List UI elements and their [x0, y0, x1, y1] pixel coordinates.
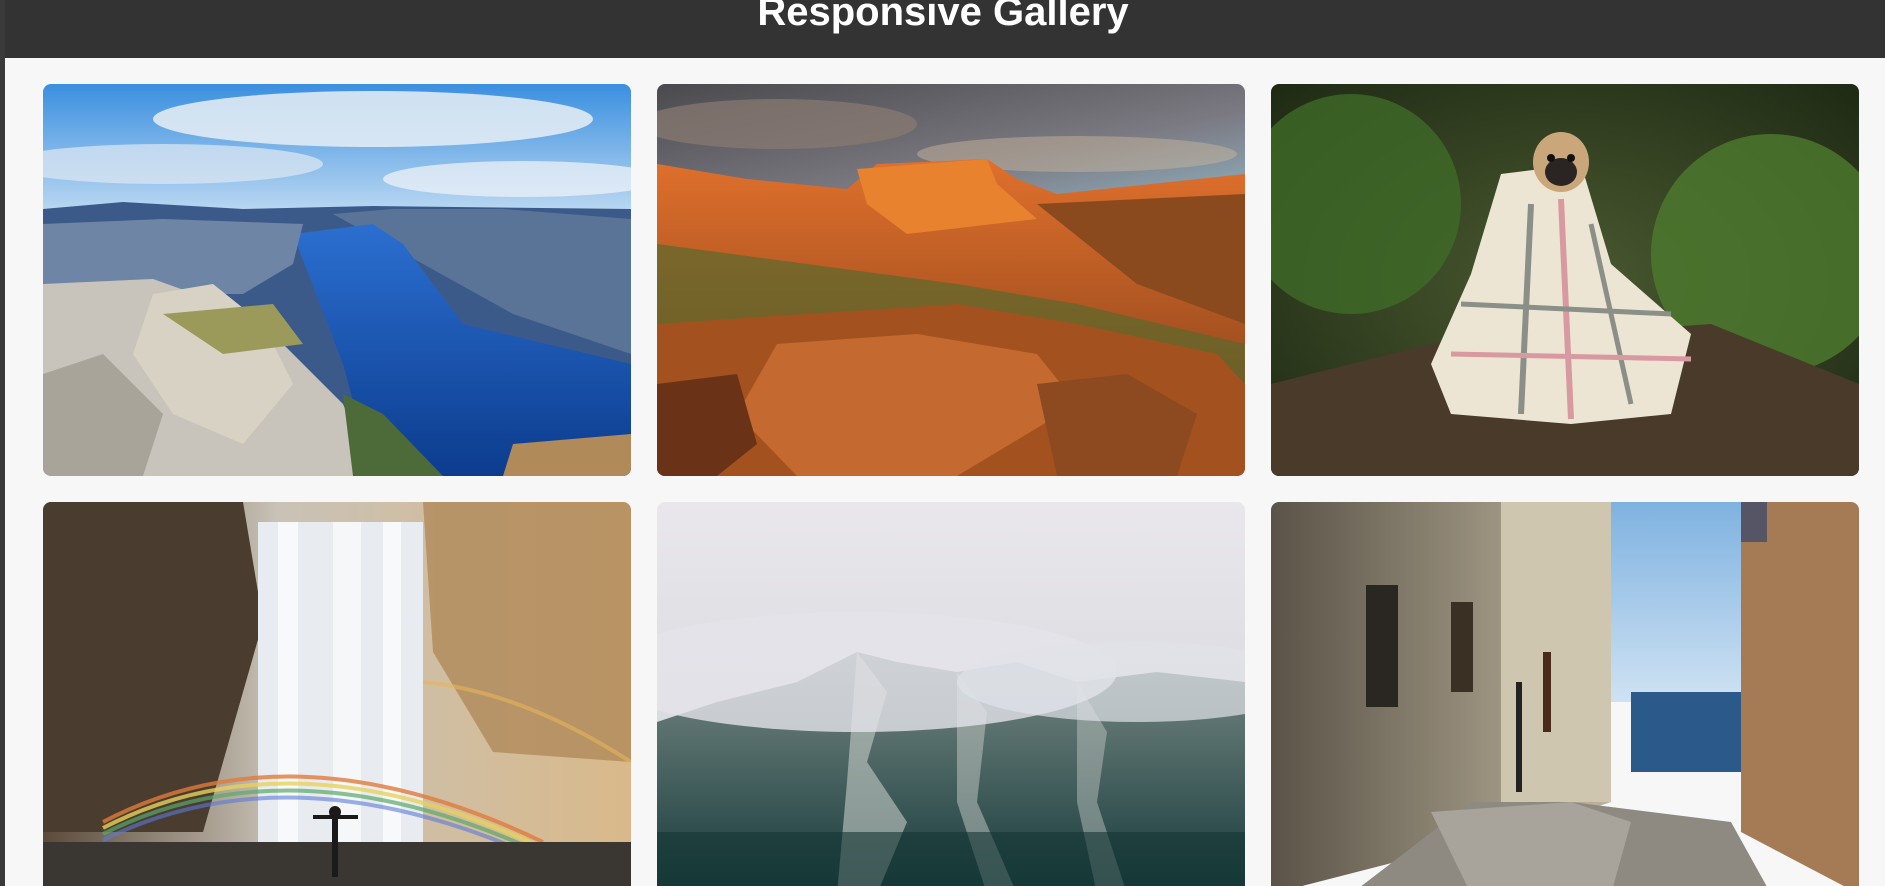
alley-image [1271, 502, 1859, 886]
gallery-page: Responsive Gallery [0, 0, 1885, 886]
pug-image [1271, 84, 1859, 476]
image-gallery [43, 84, 1859, 886]
page-header: Responsive Gallery [5, 0, 1885, 58]
gallery-image-mountain[interactable] [657, 502, 1245, 886]
window-edge [0, 0, 5, 886]
waterfall-image [43, 502, 631, 886]
page-title: Responsive Gallery [757, 0, 1129, 34]
gallery-image-fjord[interactable] [43, 84, 631, 476]
gallery-image-pug[interactable] [1271, 84, 1859, 476]
gallery-image-canyon[interactable] [657, 84, 1245, 476]
mountain-image [657, 502, 1245, 886]
canyon-image [657, 84, 1245, 476]
gallery-image-waterfall[interactable] [43, 502, 631, 886]
fjord-image [43, 84, 631, 476]
gallery-image-alley[interactable] [1271, 502, 1859, 886]
